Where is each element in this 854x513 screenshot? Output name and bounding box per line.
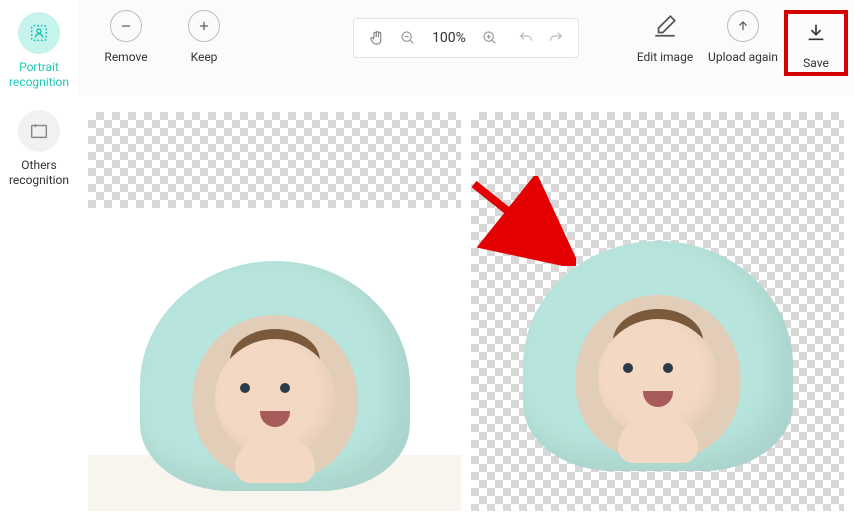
- zoom-out-icon[interactable]: [400, 30, 416, 46]
- save-highlight: Save: [784, 10, 848, 76]
- sparkle-icon: [18, 110, 60, 152]
- toolbar: Remove Keep 100%: [78, 0, 854, 96]
- keep-button[interactable]: Keep: [174, 10, 234, 64]
- sidebar-item-label: Portrait recognition: [9, 60, 69, 90]
- eraser-icon: [652, 10, 678, 42]
- sidebar-item-portrait[interactable]: Portrait recognition: [0, 6, 78, 104]
- save-label: Save: [803, 56, 829, 70]
- original-panel[interactable]: [88, 112, 461, 511]
- remove-button[interactable]: Remove: [96, 10, 156, 64]
- download-icon: [805, 16, 827, 48]
- main-area: Remove Keep 100%: [78, 0, 854, 513]
- undo-icon[interactable]: [518, 30, 534, 46]
- edit-image-button[interactable]: Edit image: [628, 10, 702, 76]
- sidebar-item-others[interactable]: Others recognition: [0, 104, 78, 202]
- plus-icon: [188, 10, 220, 42]
- sidebar-item-label: Others recognition: [9, 158, 69, 188]
- upload-again-button[interactable]: Upload again: [706, 10, 780, 76]
- toolbar-left-group: Remove Keep: [96, 10, 234, 64]
- zoom-in-icon[interactable]: [482, 30, 498, 46]
- subject-cutout: [513, 241, 803, 471]
- remove-label: Remove: [104, 50, 147, 64]
- edit-label: Edit image: [637, 50, 693, 64]
- view-controls: 100%: [353, 18, 579, 58]
- minus-icon: [110, 10, 142, 42]
- sidebar: Portrait recognition Others recognition: [0, 0, 78, 513]
- toolbar-right-group: Edit image Upload again Save: [628, 10, 848, 76]
- app-root: Portrait recognition Others recognition …: [0, 0, 854, 513]
- save-button[interactable]: Save: [792, 16, 840, 70]
- upload-label: Upload again: [708, 50, 778, 64]
- result-panel[interactable]: [471, 112, 844, 511]
- upload-icon: [727, 10, 759, 42]
- hand-icon[interactable]: [368, 29, 386, 47]
- subject-original: [130, 261, 420, 491]
- zoom-value: 100%: [430, 30, 468, 46]
- keep-label: Keep: [191, 50, 218, 64]
- portrait-icon: [18, 12, 60, 54]
- redo-icon[interactable]: [548, 30, 564, 46]
- workspace: [78, 96, 854, 513]
